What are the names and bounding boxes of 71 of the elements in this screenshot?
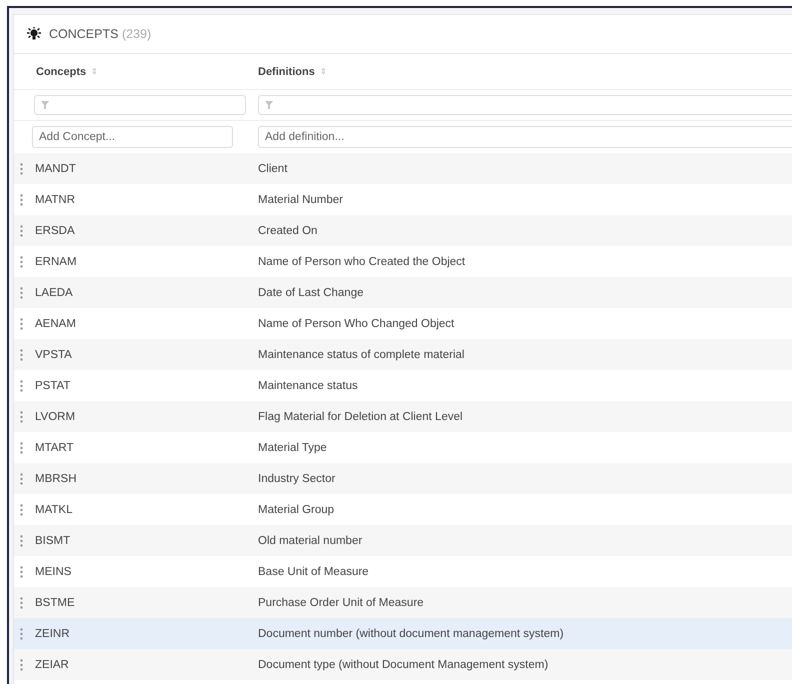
definition-cell: Created On: [258, 224, 318, 236]
definition-cell: Maintenance status of complete material: [258, 348, 464, 360]
definition-cell: Client: [258, 162, 288, 174]
drag-handle-icon[interactable]: [20, 534, 23, 546]
concept-cell: VPSTA: [35, 348, 72, 360]
concept-cell: ZEIAR: [35, 658, 69, 670]
concept-cell: PSTAT: [35, 380, 70, 392]
concept-cell: MATNR: [35, 194, 76, 206]
definition-cell: Date of Last Change: [258, 286, 364, 298]
drag-handle-icon[interactable]: [20, 410, 23, 422]
column-header[interactable]: Definitions: [258, 66, 315, 78]
drag-handle-icon[interactable]: [20, 286, 23, 298]
drag-handle-icon[interactable]: [20, 596, 23, 608]
definition-cell: Material Group: [258, 504, 334, 516]
definition-cell: Industry Sector: [258, 472, 336, 484]
filter-field[interactable]: [258, 95, 792, 115]
concept-cell: ZEINR: [35, 628, 70, 640]
concept-cell: AENAM: [35, 318, 76, 330]
table-row[interactable]: MANDT Client: [14, 153, 792, 184]
concept-cell: ERSDA: [35, 224, 75, 236]
definition-cell: Name of Person Who Changed Object: [258, 318, 454, 330]
filter-icon: [41, 101, 49, 109]
concept-cell: MATKL: [35, 504, 72, 516]
table-row[interactable]: ZEIAR Document type (without Document Management system): [14, 649, 792, 680]
input-field[interactable]: Add Concept...: [32, 126, 233, 148]
definition-cell: Material Type: [258, 442, 327, 454]
definition-cell: Material Number: [258, 194, 343, 206]
drag-handle-icon[interactable]: [20, 256, 23, 268]
concept-cell: ERNAM: [35, 256, 77, 268]
drag-handle-icon[interactable]: [20, 472, 23, 484]
filter-icon: [265, 101, 273, 109]
column-header[interactable]: Concepts: [36, 66, 86, 78]
drag-handle-icon[interactable]: [20, 442, 23, 454]
drag-handle-icon[interactable]: [20, 504, 23, 516]
definition-cell: Name of Person who Created the Object: [258, 256, 466, 268]
definition-cell: Purchase Order Unit of Measure: [258, 596, 424, 608]
lightbulb-icon: [26, 27, 42, 41]
concept-cell: MBRSH: [35, 472, 77, 484]
drag-handle-icon[interactable]: [20, 162, 23, 174]
concept-cell: BSTME: [35, 596, 75, 608]
table-row[interactable]: BSTME Purchase Order Unit of Measure: [14, 587, 792, 618]
concept-cell: MTART: [35, 442, 74, 454]
table-row[interactable]: LAEDA Date of Last Change: [14, 277, 792, 308]
concept-cell: MANDT: [35, 162, 76, 174]
drag-handle-icon[interactable]: [20, 658, 23, 670]
concept-cell: LVORM: [35, 410, 76, 422]
table-row[interactable]: MBRSH Industry Sector: [14, 463, 792, 494]
table-row[interactable]: LVORM Flag Material for Deletion at Client Level: [14, 401, 792, 432]
table-row[interactable]: ZEINR Document number (without document management system): [14, 618, 792, 649]
drag-handle-icon[interactable]: [20, 318, 23, 330]
drag-handle-icon[interactable]: [20, 194, 23, 206]
drag-handle-icon[interactable]: [20, 566, 23, 578]
definition-cell: Flag Material for Deletion at Client Level: [258, 410, 463, 422]
drag-handle-icon[interactable]: [20, 628, 23, 640]
drag-handle-icon[interactable]: [20, 348, 23, 360]
concept-cell: BISMT: [35, 534, 70, 546]
table-row[interactable]: BISMT Old material number: [14, 525, 792, 556]
table-row[interactable]: VPSTA Maintenance status of complete material: [14, 339, 792, 370]
definition-cell: Old material number: [258, 534, 362, 546]
drag-handle-icon[interactable]: [20, 380, 23, 392]
drag-handle-icon[interactable]: [20, 224, 23, 236]
definition-cell: Maintenance status: [258, 380, 358, 392]
definition-cell: Base Unit of Measure: [258, 566, 369, 578]
panel-title: CONCEPTS (239): [49, 27, 152, 41]
concept-cell: MEINS: [35, 566, 72, 578]
definition-cell: Document number (without document management system): [258, 628, 564, 640]
filter-field[interactable]: [34, 95, 246, 115]
table-row[interactable]: ERSDA Created On: [14, 215, 792, 246]
concept-cell: LAEDA: [35, 286, 73, 298]
input-field[interactable]: Add definition...: [258, 126, 792, 148]
definition-cell: Document type (without Document Management system): [258, 658, 548, 670]
